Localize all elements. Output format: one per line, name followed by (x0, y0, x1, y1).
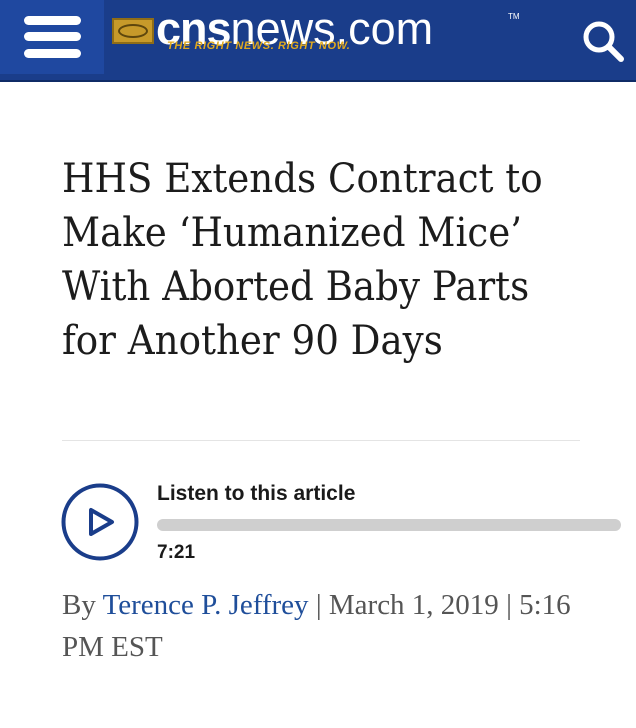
title-divider (62, 440, 580, 441)
byline-separator: | (308, 589, 329, 621)
publish-date: March 1, 2019 (328, 589, 499, 621)
search-icon (583, 21, 624, 62)
audio-play-button[interactable] (60, 482, 140, 562)
play-icon (61, 483, 139, 561)
byline-prefix: By (62, 589, 103, 621)
author-link[interactable]: Terence P. Jeffrey (103, 589, 309, 621)
menu-button[interactable] (0, 0, 104, 74)
audio-progress-bar[interactable] (157, 519, 621, 531)
audio-duration: 7:21 (157, 542, 196, 563)
trademark-symbol: TM (508, 12, 520, 21)
site-logo[interactable]: cnsnews.com TM (112, 4, 522, 68)
hamburger-menu-icon (24, 16, 81, 25)
byline-separator: | (498, 589, 520, 621)
article-title: HHS Extends Contract to Make ‘Humanized … (62, 156, 543, 364)
hamburger-menu-icon-bar (24, 49, 81, 58)
article-byline: By Terence P. Jeffrey | March 1, 2019 | … (62, 584, 582, 668)
site-header: cnsnews.com TM THE RIGHT NEWS. RIGHT NOW… (0, 0, 636, 82)
search-button[interactable] (580, 18, 626, 64)
site-tagline: THE RIGHT NEWS. RIGHT NOW. (167, 40, 351, 52)
hamburger-menu-icon-bar (24, 32, 81, 41)
logo-emblem-icon (112, 18, 154, 44)
audio-label: Listen to this article (157, 482, 356, 505)
